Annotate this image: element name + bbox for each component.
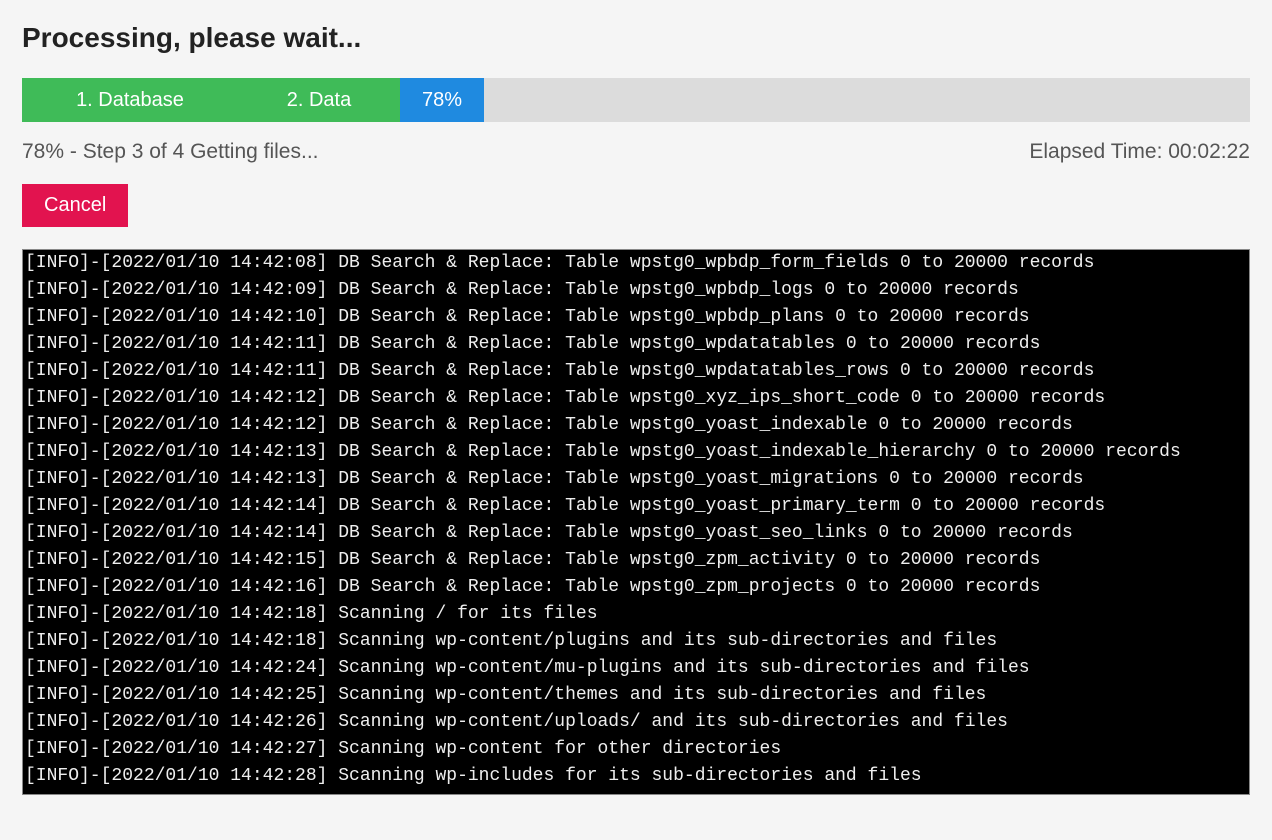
page-title: Processing, please wait... [22,22,1250,54]
log-line: [INFO]-[2022/01/10 14:42:27] Scanning wp… [25,736,1250,763]
log-line: [INFO]-[2022/01/10 14:42:08] DB Search &… [25,250,1250,277]
log-line: [INFO]-[2022/01/10 14:42:13] DB Search &… [25,466,1250,493]
progress-segment-database: 1. Database [22,78,238,122]
log-line: [INFO]-[2022/01/10 14:42:25] Scanning wp… [25,682,1250,709]
log-line: [INFO]-[2022/01/10 14:42:11] DB Search &… [25,358,1250,385]
progress-segment-data: 2. Data [238,78,400,122]
log-line: [INFO]-[2022/01/10 14:42:18] Scanning wp… [25,628,1250,655]
status-elapsed-label: Elapsed Time: 00:02:22 [1029,140,1250,164]
log-line: [INFO]-[2022/01/10 14:42:12] DB Search &… [25,385,1250,412]
progress-bar: 1. Database 2. Data 78% [22,78,1250,122]
log-line: [INFO]-[2022/01/10 14:42:13] DB Search &… [25,439,1250,466]
log-line: [INFO]-[2022/01/10 14:42:14] DB Search &… [25,493,1250,520]
log-line: [INFO]-[2022/01/10 14:42:12] DB Search &… [25,412,1250,439]
log-line: [INFO]-[2022/01/10 14:42:16] DB Search &… [25,574,1250,601]
log-line: [INFO]-[2022/01/10 14:42:18] Scanning / … [25,601,1250,628]
log-line: [INFO]-[2022/01/10 14:42:14] DB Search &… [25,520,1250,547]
log-line: [INFO]-[2022/01/10 14:42:24] Scanning wp… [25,655,1250,682]
log-line: [INFO]-[2022/01/10 14:42:09] DB Search &… [25,277,1250,304]
log-line: [INFO]-[2022/01/10 14:42:15] DB Search &… [25,547,1250,574]
progress-segment-percent: 78% [400,78,484,122]
log-line: [INFO]-[2022/01/10 14:42:28] Scanning wp… [25,763,1250,790]
log-line: [INFO]-[2022/01/10 14:42:10] DB Search &… [25,304,1250,331]
log-output[interactable]: [INFO]-[2022/01/10 14:42:08] DB Search &… [22,249,1250,795]
log-line: [INFO]-[2022/01/10 14:42:11] DB Search &… [25,331,1250,358]
cancel-button[interactable]: Cancel [22,184,128,227]
status-step-label: 78% - Step 3 of 4 Getting files... [22,140,319,164]
log-line: [INFO]-[2022/01/10 14:42:26] Scanning wp… [25,709,1250,736]
